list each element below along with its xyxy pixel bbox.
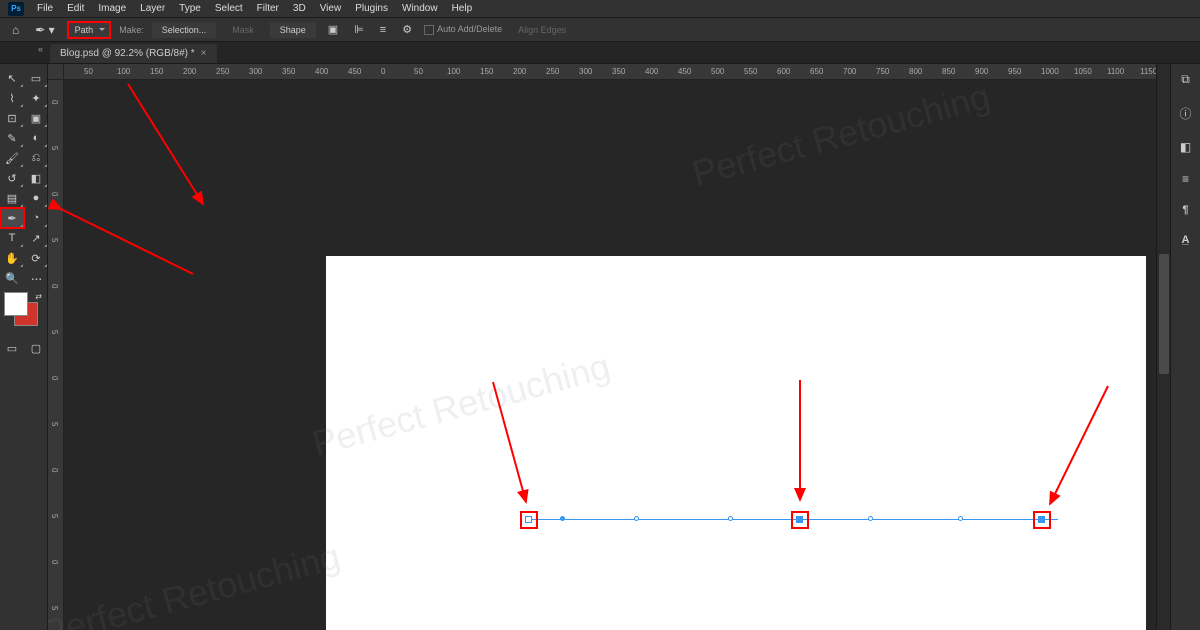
- make-selection-button[interactable]: Selection...: [152, 22, 217, 38]
- menu-file[interactable]: File: [30, 1, 60, 16]
- path-mode-select[interactable]: Path: [67, 21, 112, 39]
- heal-tool[interactable]: ◐: [24, 128, 48, 148]
- panel-adjustments-icon[interactable]: ◧: [1180, 140, 1191, 154]
- annotation-arrow: [53, 194, 213, 289]
- direction-handle[interactable]: [868, 516, 873, 521]
- anchor-point-3[interactable]: [1038, 516, 1045, 523]
- pen-tool-preset-icon[interactable]: ✒ ▾: [31, 21, 58, 39]
- toolbox: ↖ ▭ ⌇ ✦ ⊡ ▣ ✎ ◐ 🖌 ⎌ ↺ ◧ ▤ ● ✒ ◔ T ↗ ✋ ⟳ …: [0, 64, 48, 630]
- ruler-horizontal[interactable]: 5010015020025030035040045005010015020025…: [64, 64, 1170, 80]
- panel-color-icon[interactable]: ⧉: [1181, 72, 1190, 87]
- annotation-arrow: [118, 84, 218, 219]
- close-icon[interactable]: ×: [201, 48, 207, 59]
- eyedropper-tool[interactable]: ✎: [0, 128, 24, 148]
- menu-filter[interactable]: Filter: [250, 1, 286, 16]
- make-label: Make:: [119, 25, 144, 35]
- marquee-tool[interactable]: ▭: [24, 68, 48, 88]
- direction-handle[interactable]: [958, 516, 963, 521]
- lasso-tool[interactable]: ⌇: [0, 88, 24, 108]
- gear-icon[interactable]: ⚙: [398, 21, 416, 38]
- wand-tool[interactable]: ✦: [24, 88, 48, 108]
- home-icon[interactable]: ⌂: [8, 21, 23, 39]
- panel-info-icon[interactable]: ⓘ: [1179, 105, 1191, 122]
- menu-type[interactable]: Type: [172, 1, 208, 16]
- menu-window[interactable]: Window: [395, 1, 445, 16]
- crop-tool[interactable]: ⊡: [0, 108, 24, 128]
- auto-add-delete-checkbox[interactable]: Auto Add/Delete: [424, 24, 502, 35]
- dodge-tool[interactable]: ◔: [24, 208, 48, 228]
- canvas[interactable]: [326, 256, 1146, 630]
- menu-view[interactable]: View: [313, 1, 349, 16]
- quick-mask-tool[interactable]: ▭: [0, 338, 24, 358]
- document-tab[interactable]: Blog.psd @ 92.2% (RGB/8#) * ×: [50, 44, 217, 63]
- gradient-tool[interactable]: ▤: [0, 188, 24, 208]
- make-shape-button[interactable]: Shape: [270, 22, 316, 38]
- hand-tool[interactable]: ✋: [0, 248, 24, 268]
- panel-character-icon[interactable]: A̲: [1182, 234, 1190, 246]
- path-segment[interactable]: [528, 519, 1058, 520]
- options-bar: ⌂ ✒ ▾ Path Make: Selection... Mask Shape…: [0, 18, 1200, 42]
- menu-bar: Ps File Edit Image Layer Type Select Fil…: [0, 0, 1200, 18]
- direction-handle[interactable]: [634, 516, 639, 521]
- stamp-tool[interactable]: ⎌: [24, 148, 48, 168]
- blur-tool[interactable]: ●: [24, 188, 48, 208]
- direction-handle[interactable]: [728, 516, 733, 521]
- menu-plugins[interactable]: Plugins: [348, 1, 395, 16]
- ruler-vertical[interactable]: 050505050505: [48, 80, 64, 630]
- panel-paragraph-icon[interactable]: ¶: [1182, 204, 1188, 216]
- scrollbar-thumb[interactable]: [1159, 254, 1169, 374]
- pen-tool[interactable]: ✒: [0, 208, 24, 228]
- path-selection-tool[interactable]: ↗: [24, 228, 48, 248]
- tab-title: Blog.psd @ 92.2% (RGB/8#) *: [60, 48, 195, 59]
- path-operations-icon[interactable]: ▣: [324, 21, 342, 38]
- menu-3d[interactable]: 3D: [286, 1, 313, 16]
- rotate-tool[interactable]: ⟳: [24, 248, 48, 268]
- brush-tool[interactable]: 🖌: [0, 148, 24, 168]
- menu-select[interactable]: Select: [208, 1, 250, 16]
- vertical-scrollbar[interactable]: [1156, 64, 1170, 630]
- right-panel: ⧉ ⓘ ◧ ≡ ¶ A̲: [1170, 64, 1200, 630]
- type-tool[interactable]: T: [0, 228, 24, 248]
- watermark: Perfect Retouching: [48, 535, 344, 630]
- menu-image[interactable]: Image: [91, 1, 133, 16]
- move-tool[interactable]: ↖: [0, 68, 24, 88]
- eraser-tool[interactable]: ◧: [24, 168, 48, 188]
- edit-toolbar-button[interactable]: ···: [24, 268, 48, 288]
- path-arrangement-icon[interactable]: ≡: [376, 22, 390, 38]
- anchor-point-1[interactable]: [525, 516, 532, 523]
- ruler-origin[interactable]: [48, 64, 64, 80]
- frame-tool[interactable]: ▣: [24, 108, 48, 128]
- menu-help[interactable]: Help: [445, 1, 480, 16]
- history-brush-tool[interactable]: ↺: [0, 168, 24, 188]
- anchor-point-2[interactable]: [796, 516, 803, 523]
- direction-handle[interactable]: [560, 516, 565, 521]
- app-icon: Ps: [8, 2, 24, 16]
- document-tab-bar: Blog.psd @ 92.2% (RGB/8#) * ×: [0, 42, 1200, 64]
- color-swatches[interactable]: ⇄: [4, 292, 44, 332]
- align-edges-checkbox: Align Edges: [510, 22, 574, 38]
- path-alignment-icon[interactable]: ⊫: [350, 21, 368, 38]
- menu-layer[interactable]: Layer: [133, 1, 172, 16]
- panel-layers-icon[interactable]: ≡: [1182, 172, 1189, 186]
- foreground-color[interactable]: [4, 292, 28, 316]
- menu-edit[interactable]: Edit: [60, 1, 91, 16]
- swap-colors-icon[interactable]: ⇄: [35, 292, 42, 301]
- workspace: ↖ ▭ ⌇ ✦ ⊡ ▣ ✎ ◐ 🖌 ⎌ ↺ ◧ ▤ ● ✒ ◔ T ↗ ✋ ⟳ …: [0, 64, 1200, 630]
- zoom-tool[interactable]: 🔍: [0, 268, 24, 288]
- watermark: Perfect Retouching: [688, 75, 995, 195]
- collapse-chevron-icon[interactable]: «: [38, 44, 43, 54]
- canvas-area[interactable]: 5010015020025030035040045005010015020025…: [48, 64, 1170, 630]
- screen-mode-tool[interactable]: ▢: [24, 338, 48, 358]
- make-mask-button[interactable]: Mask: [224, 22, 262, 38]
